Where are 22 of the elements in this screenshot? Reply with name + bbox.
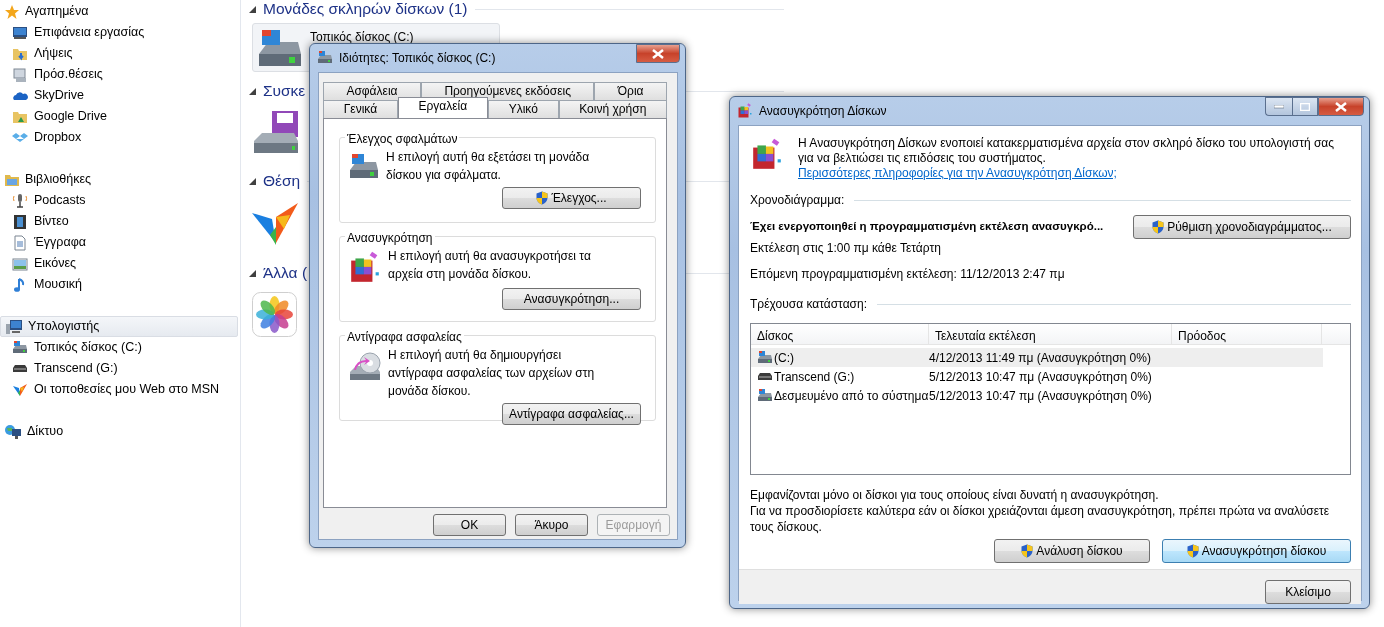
schedule-text: Εκτέλεση στις 1:00 πμ κάθε Τετάρτη [750, 241, 941, 255]
description-text: Η Ανασυγκρότηση Δίσκων ενοποιεί κατακερματισμένα αρχεία στον σκληρό δίσκο του υπολογιστή σας για να βελτιώσει τις επιδόσεις του συστήματος. Περισσότερες πληροφορίες για την Ανασυγκρότηση Δίσκων; [798, 136, 1336, 181]
note-text: Για να προσδιορίσετε καλύτερα εάν οι δίσκοι χρειάζονται άμεση ανασυγκρότηση, πρέπει πρώτα να αναλύσετε τους δίσκους. [750, 503, 1331, 535]
disk-name: Transcend (G:) [774, 368, 855, 386]
schedule-status: Έχει ενεργοποιηθεί η προγραμματισμένη εκτέλεση ανασυγκρό... [750, 219, 1104, 235]
description-text: Η επιλογή αυτή θα δημιουργήσει αντίγραφα ασφαλείας των αρχείων στη μονάδα δίσκου. [388, 348, 595, 398]
window-title: Ανασυγκρότηση Δίσκων [759, 103, 887, 120]
description-text: Η επιλογή αυτή θα εξετάσει τη μονάδα δίσκου για σφάλματα. [386, 150, 590, 182]
disk-name: (C:) [774, 349, 794, 367]
group-title: Αντίγραφα ασφαλείας [345, 328, 464, 346]
group-title: Έλεγχος σφαλμάτων [345, 130, 460, 148]
section-label: Τρέχουσα κατάσταση: [750, 296, 868, 313]
last-run-text: 5/12/2013 10:47 πμ (Ανασυγκρότηση 0%) [929, 368, 1152, 386]
last-run-text: 5/12/2013 10:47 πμ (Ανασυγκρότηση 0%) [929, 387, 1152, 405]
schedule-text: Επόμενη προγραμματισμένη εκτέλεση: 11/12/2013 2:47 πμ [750, 267, 1065, 281]
disk-name: Δεσμευμένο από το σύστημα [774, 387, 929, 405]
window-title: Ιδιότητες: Τοπικός δίσκος (C:) [339, 50, 496, 67]
group-title: Ανασυγκρότηση [345, 229, 435, 247]
note-text: Εμφανίζονται μόνο οι δίσκοι για τους οποίους είναι δυνατή η ανασυγκρότηση. [750, 487, 1160, 503]
last-run-text: 4/12/2013 11:49 πμ (Ανασυγκρότηση 0%) [929, 349, 1151, 367]
description-text: Η επιλογή αυτή θα ανασυγκροτήσει τα αρχεία στη μονάδα δίσκου. [388, 249, 591, 281]
section-label: Χρονοδιάγραμμα: [750, 192, 845, 209]
